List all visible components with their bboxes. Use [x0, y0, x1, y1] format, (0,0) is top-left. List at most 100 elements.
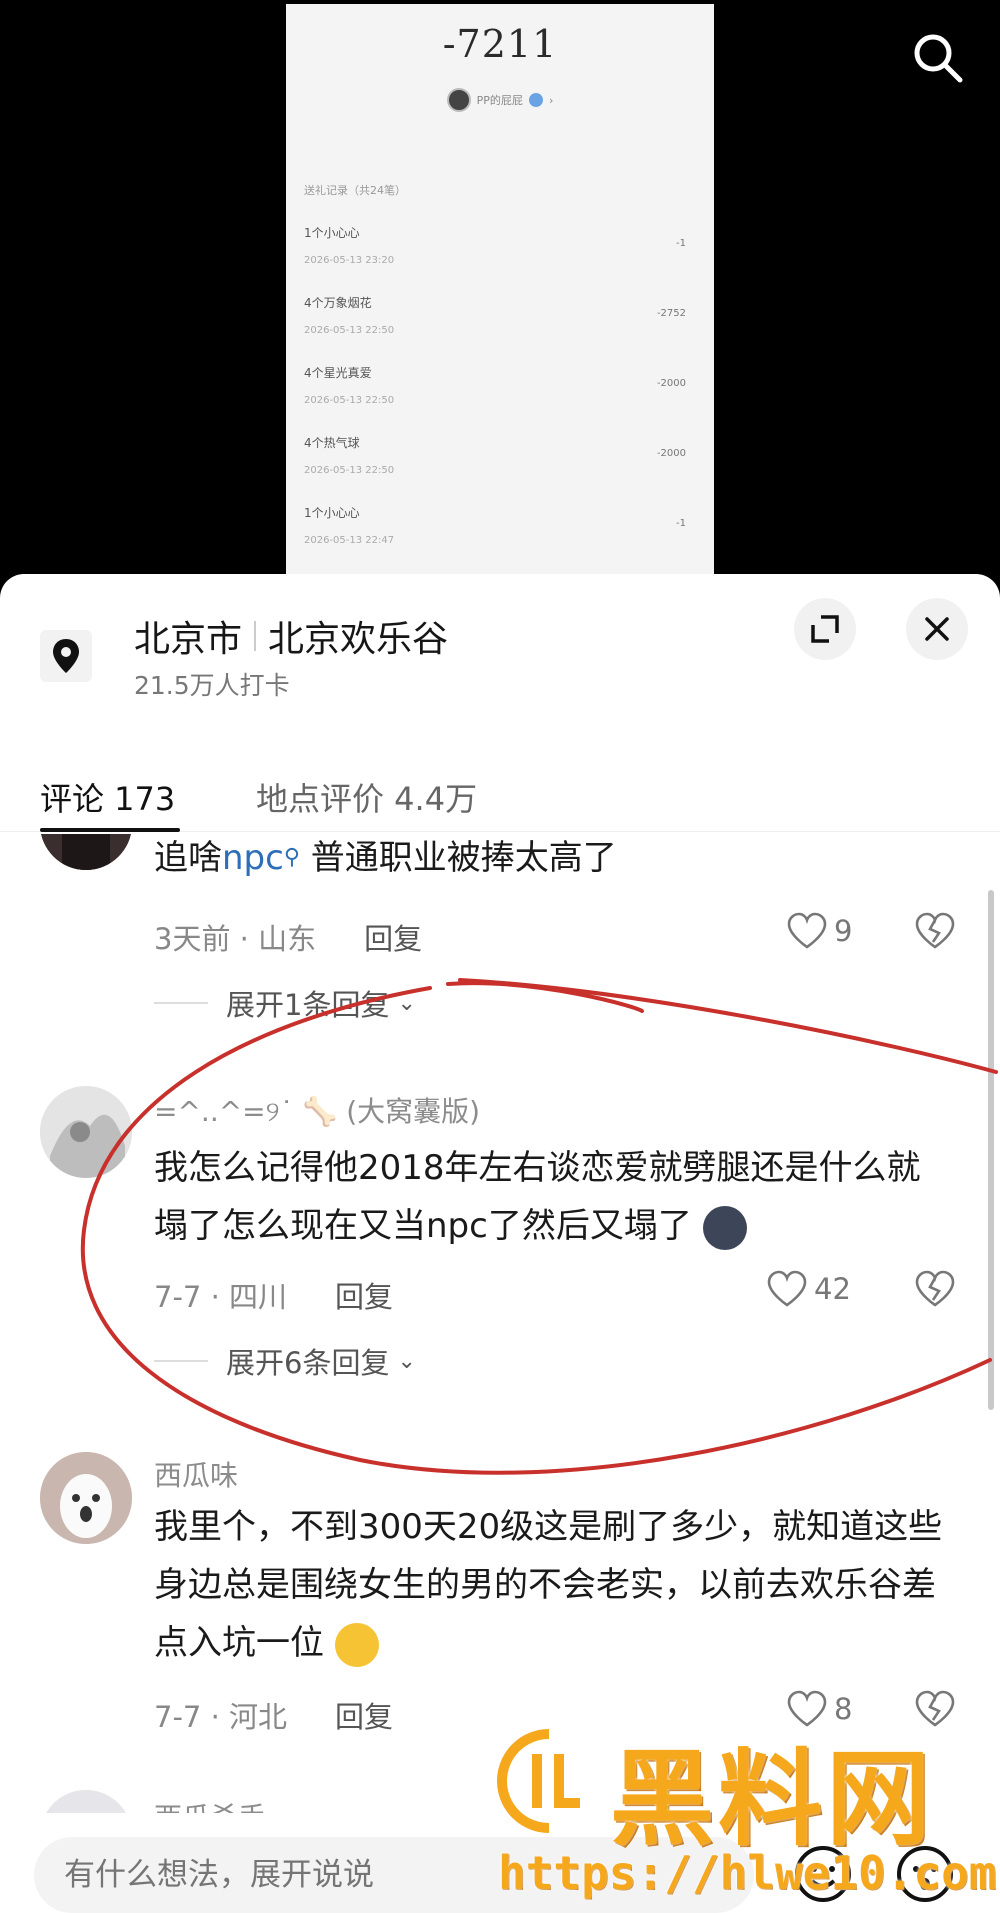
gift-name: 4个星光真爱	[304, 366, 372, 380]
comment-text-prefix: 追啥	[154, 838, 222, 878]
comment-text-body: 我里个，不到300天20级这是刷了多少，就知道这些身边总是围绕女生的男的不会老实…	[154, 1507, 943, 1663]
gift-name: 4个热气球	[304, 436, 360, 450]
search-icon	[914, 34, 963, 83]
chevron-right-icon: ›	[548, 93, 554, 107]
reply-button[interactable]: 回复	[335, 1274, 393, 1316]
like-button[interactable]: 9	[786, 912, 852, 950]
location-city: 北京市	[134, 619, 243, 660]
comment-time-location: 7-7 · 四川	[154, 1280, 288, 1314]
heart-icon	[787, 912, 827, 949]
comment-text: 我怎么记得他2018年左右谈恋爱就劈腿还是什么就塌了怎么现在又当npc了然后又塌…	[154, 1139, 954, 1255]
comment-input-bar	[0, 1813, 1000, 1913]
gift-value: -2752	[656, 308, 686, 319]
smile-icon	[795, 1846, 851, 1902]
divider	[254, 621, 257, 651]
video-frame: -7211 PP的屁屁 › 送礼记录（共24笔） 1个小心心 2026-05-1…	[0, 0, 1000, 600]
broken-heart-icon	[915, 912, 955, 949]
receipt-owner-name: PP的屁屁	[476, 94, 523, 107]
sticker-button[interactable]	[892, 1841, 958, 1907]
receipt-record-title: 送礼记录（共24笔）	[304, 184, 406, 197]
comment-text: 追啥npc⚲ 普通职业被捧太高了	[154, 834, 954, 887]
heart-icon	[787, 1690, 827, 1727]
dislike-button[interactable]	[914, 1270, 956, 1312]
gift-name: 4个万象烟花	[304, 296, 372, 310]
close-button[interactable]	[906, 598, 968, 660]
divider	[154, 1002, 208, 1004]
avatar[interactable]	[40, 1452, 132, 1544]
tab-bar: 评论 173 地点评价 4.4万	[0, 752, 1000, 832]
gift-name: 1个小心心	[304, 226, 360, 240]
reply-button[interactable]: 回复	[335, 1694, 393, 1736]
checkin-count: 21.5万人打卡	[134, 671, 290, 700]
gift-record-screenshot: -7211 PP的屁屁 › 送礼记录（共24笔） 1个小心心 2026-05-1…	[286, 4, 714, 594]
chevron-down-icon: ⌄	[397, 990, 416, 1016]
emoji-icon	[702, 1205, 747, 1250]
heart-icon	[767, 1270, 807, 1307]
expand-replies-button[interactable]: 展开6条回复 ⌄	[154, 1340, 416, 1382]
gift-time: 2026-05-13 22:47	[304, 535, 395, 546]
avatar[interactable]	[40, 1086, 132, 1178]
comment-meta: 7-7 · 四川 回复	[154, 1274, 393, 1316]
avatar	[446, 88, 471, 112]
gift-time: 2026-05-13 22:50	[304, 465, 395, 476]
dislike-button[interactable]	[914, 912, 956, 954]
emoji-button[interactable]	[790, 1841, 856, 1907]
comment-time-location: 7-7 · 河北	[154, 1700, 288, 1734]
comment-time-location: 3天前 · 山东	[154, 922, 317, 956]
comment-input[interactable]	[34, 1837, 754, 1913]
list-item: 1个小心心 2026-05-13 23:20 -1	[304, 224, 704, 284]
gift-value: -1	[676, 518, 686, 529]
gift-value: -2000	[656, 378, 686, 389]
verified-badge-icon	[528, 93, 543, 107]
comment-list: 追啥npc⚲ 普通职业被捧太高了 3天前 · 山东 回复 9 展开1条回复 ⌄ …	[0, 834, 1000, 1834]
reply-button[interactable]: 回复	[364, 916, 422, 958]
expand-replies-label: 展开6条回复	[226, 1346, 390, 1380]
list-item: 1个小心心 2026-05-13 22:47 -1	[304, 504, 704, 564]
like-count: 42	[814, 1272, 851, 1306]
chevron-down-icon: ⌄	[397, 1348, 416, 1374]
like-button[interactable]: 42	[766, 1270, 851, 1308]
active-tab-indicator	[40, 828, 180, 832]
gift-value: -1	[676, 238, 686, 249]
grin-sweat-emoji-icon	[334, 1622, 379, 1667]
gift-name: 1个小心心	[304, 506, 360, 520]
like-button[interactable]: 8	[786, 1690, 852, 1728]
fullscreen-button[interactable]	[794, 598, 856, 660]
comment-username[interactable]: =^..^=୨˙ 🦴 (大窝囊版)	[154, 1090, 480, 1130]
receipt-amount: -7211	[442, 22, 558, 66]
list-item: 4个热气球 2026-05-13 22:50 -2000	[304, 434, 704, 494]
gift-time: 2026-05-13 23:20	[304, 255, 395, 266]
broken-heart-icon	[915, 1690, 955, 1727]
scrollbar[interactable]	[988, 890, 994, 1410]
comment-text-suffix: 普通职业被捧太高了	[299, 838, 617, 878]
location-pin-icon	[40, 630, 92, 682]
avatar[interactable]	[40, 834, 132, 870]
divider	[154, 1360, 208, 1362]
receipt-owner: PP的屁屁 ›	[286, 88, 714, 112]
gift-time: 2026-05-13 22:50	[304, 395, 395, 406]
gift-value: -2000	[656, 448, 686, 459]
surprised-face-icon	[897, 1846, 953, 1902]
expand-replies-label: 展开1条回复	[226, 988, 390, 1022]
location-place: 北京欢乐谷	[268, 619, 449, 660]
comment-text: 我里个，不到300天20级这是刷了多少，就知道这些身边总是围绕女生的男的不会老实…	[154, 1498, 960, 1672]
close-icon	[925, 617, 949, 641]
gift-time: 2026-05-13 22:50	[304, 325, 395, 336]
location-title[interactable]: 北京市 北京欢乐谷	[134, 610, 448, 662]
search-icon[interactable]: ⚲	[284, 845, 300, 870]
list-item: 4个星光真爱 2026-05-13 22:50 -2000	[304, 364, 704, 424]
like-count: 9	[834, 914, 853, 948]
tab-comments[interactable]: 评论 173	[40, 774, 175, 820]
like-count: 8	[834, 1692, 853, 1726]
tab-reviews[interactable]: 地点评价 4.4万	[256, 774, 477, 820]
comment-meta: 3天前 · 山东 回复	[154, 916, 422, 958]
search-keyword-link[interactable]: npc	[222, 838, 284, 878]
expand-replies-button[interactable]: 展开1条回复 ⌄	[154, 982, 416, 1024]
dislike-button[interactable]	[914, 1690, 956, 1732]
comment-meta: 7-7 · 河北 回复	[154, 1694, 393, 1736]
list-item: 4个万象烟花 2026-05-13 22:50 -2752	[304, 294, 704, 354]
comment-username[interactable]: 西瓜味	[154, 1454, 238, 1494]
search-button[interactable]	[908, 28, 968, 88]
expand-icon	[811, 615, 839, 643]
comments-sheet: 北京市 北京欢乐谷 21.5万人打卡 评论 173 地点评价 4.4万 追啥np…	[0, 574, 1000, 1913]
